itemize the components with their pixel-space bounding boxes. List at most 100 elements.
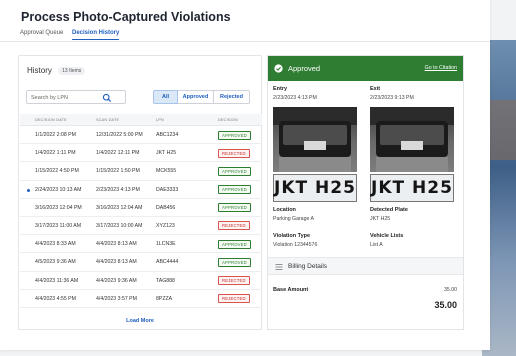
lpn-cell: XYZ123 <box>156 222 175 229</box>
lpn-cell: DAE3333 <box>156 186 179 193</box>
history-header: History 13 Items <box>27 66 86 75</box>
table-row[interactable]: 4/4/2023 8:33 AM 4/4/2023 8:13 AM 1LCN3E AP… <box>20 235 262 254</box>
decision-date-cell: 1/15/2022 4:50 PM <box>35 168 79 175</box>
table-row[interactable]: 3/16/2023 12:04 PM 3/16/2023 12:04 AM DAB4… <box>20 199 262 217</box>
decision-date-cell: 1/1/2022 2:08 PM <box>35 132 76 138</box>
main-card: Process Photo-Captured Violations Approv… <box>0 0 490 350</box>
table-row[interactable]: 4/4/2023 11:36 AM 4/4/2023 9:36 AM TAG888 R… <box>20 272 262 290</box>
exit-plate-crop: JKT H25 <box>370 174 454 202</box>
scan-date-cell: 4/4/2023 8:13 AM <box>96 259 137 266</box>
table-row[interactable]: 3/17/2023 11:00 AM 3/17/2023 10:00 AM XYZ1… <box>20 217 262 236</box>
history-table: DECISION DATE SCAN DATE LPN DECISION 1/1… <box>20 114 262 308</box>
detected-plate-value: JKT H25 <box>370 216 391 222</box>
scan-date-cell: 4/4/2023 8:13 AM <box>96 241 137 248</box>
filter-rejected-button[interactable]: Rejected <box>214 90 250 104</box>
scan-date-cell: 3/16/2023 12:04 AM <box>96 204 143 211</box>
scan-date-cell: 2/23/2023 4:13 PM <box>96 186 140 193</box>
lpn-cell: JKT H25 <box>156 150 177 157</box>
decision-date-cell: 4/5/2023 9:36 AM <box>35 259 76 266</box>
table-row[interactable]: 1/1/2022 2:08 PM 12/31/2022 5:00 PM ABC123… <box>20 126 262 145</box>
check-circle-icon <box>274 64 283 73</box>
decision-badge: REJECTED <box>218 148 250 158</box>
search-icon[interactable] <box>102 93 112 103</box>
detected-plate-label: Detected Plate <box>370 207 408 213</box>
filter-approved-button[interactable]: Approved <box>178 90 214 104</box>
vehicle-lists-label: Vehicle Lists <box>370 233 404 239</box>
table-header: DECISION DATE SCAN DATE LPN DECISION <box>20 114 262 126</box>
scan-date-cell: 3/17/2023 10:00 AM <box>96 222 143 229</box>
decision-badge: APPROVED <box>218 166 251 176</box>
violation-type-value: Violation 12344576 <box>273 242 318 248</box>
entry-vehicle-photo[interactable] <box>273 107 357 172</box>
status-header: Approved Go to Citation <box>268 56 463 81</box>
filter-all-button[interactable]: All <box>153 90 178 104</box>
decision-date-cell: 4/4/2023 8:33 AM <box>35 241 76 248</box>
decision-badge: REJECTED <box>218 276 250 285</box>
total-amount: 35.00 <box>434 300 457 310</box>
decision-date-cell: 4/4/2023 4:55 PM <box>35 295 76 302</box>
entry-plate-text: JKT H25 <box>274 178 356 198</box>
table-row[interactable]: 4/5/2023 9:36 AM 4/4/2023 8:13 AM ABC4444 A… <box>20 253 262 272</box>
exit-timestamp: 2/23/2023 9:13 PM <box>370 95 414 101</box>
table-row[interactable]: 1/15/2022 4:50 PM 1/15/2022 1:50 PM MCK555… <box>20 162 262 181</box>
lpn-cell: MCK555 <box>156 168 177 175</box>
table-row[interactable]: 4/4/2023 4:55 PM 4/4/2023 3:57 PM 8PZZA REJ… <box>20 290 262 308</box>
load-more-button[interactable]: Load More <box>19 318 261 324</box>
location-value: Parking Garage A <box>273 216 314 222</box>
base-amount-value: 35.00 <box>444 287 457 293</box>
tab-decision-history[interactable]: Decision History <box>72 30 120 40</box>
scan-date-cell: 1/15/2022 1:50 PM <box>96 168 140 175</box>
entry-plate-crop: JKT H25 <box>273 174 357 202</box>
scan-date-cell: 4/4/2023 9:36 AM <box>96 277 137 284</box>
list-icon <box>275 264 283 270</box>
decision-date-cell: 3/17/2023 11:00 AM <box>35 222 82 229</box>
base-amount-label: Base Amount <box>273 287 309 293</box>
scan-date-cell: 12/31/2022 5:00 PM <box>96 132 143 138</box>
decision-badge: REJECTED <box>218 294 250 304</box>
column-lpn: LPN <box>156 118 164 122</box>
go-to-citation-link[interactable]: Go to Citation <box>425 65 457 71</box>
table-row[interactable]: 1/4/2022 1:11 PM 1/4/2022 12:11 PM JKT H25… <box>20 144 262 163</box>
tab-approval-queue[interactable]: Approval Queue <box>20 30 63 39</box>
search-input[interactable]: Search by LPN <box>26 90 126 104</box>
search-placeholder: Search by LPN <box>31 94 68 101</box>
tab-bar: Approval Queue Decision History <box>0 28 490 42</box>
decision-badge: APPROVED <box>218 203 251 213</box>
scan-date-cell: 4/4/2023 3:57 PM <box>96 295 137 302</box>
decision-badge: REJECTED <box>218 221 250 231</box>
decision-filter: All Approved Rejected <box>153 90 250 104</box>
page-title: Process Photo-Captured Violations <box>21 10 231 24</box>
billing-details-title: Billing Details <box>288 263 328 270</box>
decision-date-cell: 3/16/2023 12:04 PM <box>35 204 82 211</box>
history-panel: History 13 Items Search by LPN All Appro… <box>18 55 262 330</box>
decision-badge: APPROVED <box>218 185 251 195</box>
entry-timestamp: 2/23/2023 4:13 PM <box>273 95 317 101</box>
decision-badge: APPROVED <box>218 130 251 140</box>
lpn-cell: ABC4444 <box>156 259 179 266</box>
decision-date-cell: 2/24/2023 10:13 AM <box>35 186 82 193</box>
history-title: History <box>27 66 52 75</box>
status-label: Approved <box>288 64 321 73</box>
lpn-cell: TAG888 <box>156 277 175 284</box>
vehicle-lists-value: List A <box>370 242 383 248</box>
decision-badge: APPROVED <box>218 257 251 267</box>
decision-date-cell: 4/4/2023 11:36 AM <box>35 277 79 284</box>
exit-label: Exit <box>370 86 381 92</box>
items-count-badge: 13 Items <box>58 67 86 75</box>
lpn-cell: 1LCN3E <box>156 241 176 248</box>
decision-badge: APPROVED <box>218 239 251 249</box>
scan-date-cell: 1/4/2022 12:11 PM <box>96 150 140 157</box>
billing-details-header[interactable]: Billing Details <box>268 257 463 275</box>
exit-vehicle-photo[interactable] <box>370 107 454 172</box>
column-decision: DECISION <box>218 118 238 122</box>
column-scan-date: SCAN DATE <box>96 118 120 122</box>
entry-label: Entry <box>273 86 288 92</box>
column-decision-date: DECISION DATE <box>35 118 67 122</box>
lpn-cell: 8PZZA <box>156 295 173 302</box>
table-row[interactable]: 2/24/2023 10:13 AM 2/23/2023 4:13 PM DAE33… <box>20 181 262 199</box>
location-label: Location <box>273 207 296 213</box>
selected-row-indicator <box>27 188 30 192</box>
lpn-cell: ABC1234 <box>156 132 179 138</box>
exit-plate-text: JKT H25 <box>371 178 453 198</box>
decision-date-cell: 1/4/2022 1:11 PM <box>35 150 76 157</box>
